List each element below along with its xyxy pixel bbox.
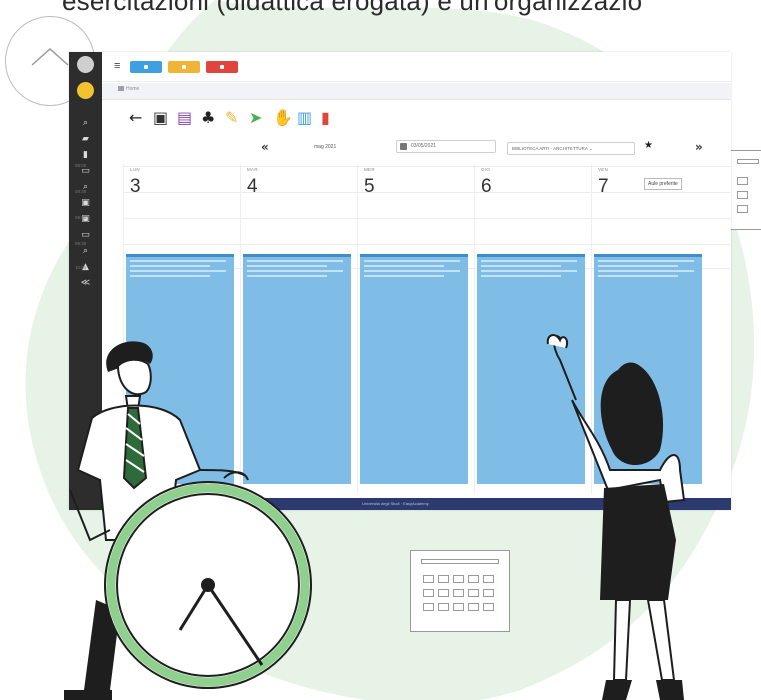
breadcrumb-label: Home [126,86,140,92]
footer: Università degli Studi · EasyAcademy [102,498,731,510]
hand-icon[interactable]: ✋ [273,108,293,128]
day-number: 7 [598,176,609,197]
grid-icon[interactable]: ▣ [69,196,102,210]
favorite-star-button[interactable]: ★ [644,140,653,151]
chevron-up-icon [31,47,69,66]
date-value: 03/05/2021 [411,143,437,149]
top-bar: ≡ [102,52,731,82]
trash-icon[interactable]: ▮ [321,108,330,128]
hour-label: 08:30 [75,189,87,194]
app-screenshot: ⌕ ▰ ▮ ▭ ⌕ ▣ ▣ ▭ ⌕ ▲ ≪ ≡ Home ← ▣ ▤ ♣ ✎ ➤ ✋ ▥ ▮ « mag 2021 … [69,52,731,510]
month-label: mag 2021 [314,144,337,150]
hour-label: 09:00 [75,215,87,220]
event-text-line [364,260,460,262]
calendar-decoration-bottom [410,550,510,632]
breadcrumb[interactable]: Home [118,86,139,92]
hour-label: 09:30 [75,241,87,246]
event-text-line [598,270,694,272]
day-number: 3 [130,176,141,197]
event-text-line [247,265,327,267]
day-number: 5 [364,176,375,197]
event-text-line [364,275,444,277]
copy-icon[interactable]: ▥ [297,108,312,128]
day-column[interactable]: GIO 6 [474,164,588,494]
share-icon[interactable]: ≪ [69,276,102,290]
search-icon[interactable]: ⌕ [69,244,102,258]
avatar-logo[interactable] [77,56,94,73]
calendar-nav: « mag 2021 03/05/2021 BIBLIOTECA ARTI - … [69,140,731,190]
document-icon[interactable]: ▤ [177,108,192,128]
pin-icon[interactable]: ✎ [225,108,238,128]
calendar-small-icon [400,143,407,150]
event-text-line [247,275,327,277]
day-column[interactable]: LUN 3 [123,164,237,494]
hour-label: 08:00 [75,163,87,168]
calendar-event[interactable] [243,254,351,484]
breadcrumb-bar: Home [102,83,731,100]
day-column[interactable]: VEN 7 [591,164,705,494]
day-number: 6 [481,176,492,197]
date-field[interactable]: 03/05/2021 [396,140,496,153]
day-name: MER [364,167,375,172]
week-calendar: 08:00 08:30 09:00 09:30 10:00 LUN 3 MAR 4 MER 5 GIO… [75,163,731,494]
calendar-icon[interactable]: ▣ [153,108,168,128]
day-number: 4 [247,176,258,197]
users-icon[interactable]: ♣ [201,108,215,128]
event-text-line [247,260,343,262]
yellow-button[interactable] [168,61,200,73]
event-text-line [247,270,343,272]
blue-button[interactable] [130,61,162,73]
room-value: BIBLIOTECA ARTI - ARCHITETTURA [512,146,588,151]
hour-label: 10:00 [75,265,87,270]
send-icon[interactable]: ➤ [249,108,262,128]
calendar-event[interactable] [594,254,702,484]
day-name: VEN [598,167,609,172]
event-text-line [481,265,561,267]
event-text-line [364,265,444,267]
avatar-user[interactable] [77,82,94,99]
calendar-event[interactable] [126,254,234,484]
event-text-line [130,265,210,267]
room-select[interactable]: BIBLIOTECA ARTI - ARCHITETTURA ⌄ [507,142,635,155]
menu-icon[interactable]: ≡ [114,60,120,72]
next-week-button[interactable]: » [695,140,703,154]
event-text-line [130,260,226,262]
event-text-line [481,260,577,262]
header-text: esercitazioni (didattica erogata) e un'o… [62,0,643,16]
event-text-line [598,275,678,277]
day-column[interactable]: MAR 4 [240,164,354,494]
calendar-event[interactable] [360,254,468,484]
red-button[interactable] [206,61,238,73]
event-text-line [130,275,210,277]
calendar-decoration-right [728,150,761,230]
day-column[interactable]: MER 5 [357,164,471,494]
back-arrow-icon[interactable]: ← [129,108,142,128]
day-name: GIO [481,167,491,172]
home-icon [118,86,124,91]
event-text-line [598,265,678,267]
calendar-event[interactable] [477,254,585,484]
sidebar: ⌕ ▰ ▮ ▭ ⌕ ▣ ▣ ▭ ⌕ ▲ ≪ [69,52,102,510]
event-text-line [481,270,577,272]
day-name: LUN [130,167,140,172]
event-text-line [598,260,694,262]
list-icon[interactable]: ▭ [69,228,102,242]
event-text-line [364,270,460,272]
footer-text: Università degli Studi · EasyAcademy [362,501,429,506]
search-icon[interactable]: ⌕ [69,116,102,130]
prev-week-button[interactable]: « [261,140,269,154]
day-name: MAR [247,167,258,172]
event-text-line [481,275,561,277]
event-text-line [130,270,226,272]
